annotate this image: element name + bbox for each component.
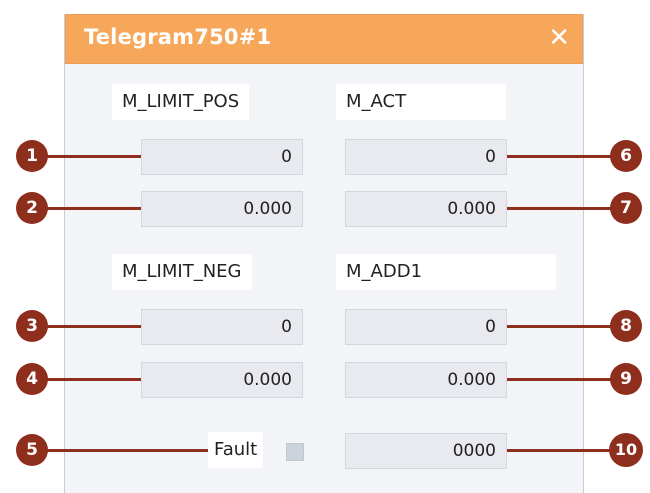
callout-line-5 bbox=[40, 449, 208, 452]
callout-line-1 bbox=[40, 155, 141, 158]
callout-4: 4 bbox=[16, 363, 48, 395]
callout-3: 3 bbox=[16, 310, 48, 342]
fault-indicator bbox=[286, 443, 304, 461]
callout-line-6 bbox=[507, 155, 617, 158]
callout-1: 1 bbox=[16, 140, 48, 172]
fault-label: Fault bbox=[208, 432, 264, 468]
field-bottom-hex[interactable]: 0000 bbox=[345, 433, 507, 469]
field-add1-real[interactable]: 0.000 bbox=[345, 362, 507, 398]
callout-line-7 bbox=[507, 207, 617, 210]
callout-10: 10 bbox=[609, 433, 643, 467]
callout-8: 8 bbox=[610, 310, 642, 342]
title-bar: Telegram750#1 ✕ bbox=[65, 14, 583, 64]
field-limit-pos-real[interactable]: 0.000 bbox=[141, 191, 303, 227]
label-m-add1: M_ADD1 bbox=[336, 254, 556, 290]
label-m-limit-pos: M_LIMIT_POS bbox=[112, 84, 250, 120]
callout-6: 6 bbox=[610, 140, 642, 172]
field-limit-neg-real[interactable]: 0.000 bbox=[141, 362, 303, 398]
field-limit-neg-int[interactable]: 0 bbox=[141, 309, 303, 345]
field-limit-pos-int[interactable]: 0 bbox=[141, 139, 303, 175]
callout-2: 2 bbox=[16, 192, 48, 224]
callout-line-2 bbox=[40, 207, 141, 210]
close-icon[interactable]: ✕ bbox=[548, 21, 570, 55]
callout-7: 7 bbox=[610, 192, 642, 224]
callout-5: 5 bbox=[16, 434, 48, 466]
label-m-act: M_ACT bbox=[336, 84, 506, 120]
callout-line-3 bbox=[40, 325, 141, 328]
callout-9: 9 bbox=[610, 363, 642, 395]
field-act-real[interactable]: 0.000 bbox=[345, 191, 507, 227]
label-m-limit-neg: M_LIMIT_NEG bbox=[112, 254, 252, 290]
callout-line-8 bbox=[507, 325, 617, 328]
field-act-int[interactable]: 0 bbox=[345, 139, 507, 175]
callout-line-9 bbox=[507, 378, 617, 381]
field-add1-int[interactable]: 0 bbox=[345, 309, 507, 345]
callout-line-4 bbox=[40, 378, 141, 381]
callout-line-10 bbox=[507, 449, 617, 452]
window-title: Telegram750#1 bbox=[84, 25, 272, 49]
